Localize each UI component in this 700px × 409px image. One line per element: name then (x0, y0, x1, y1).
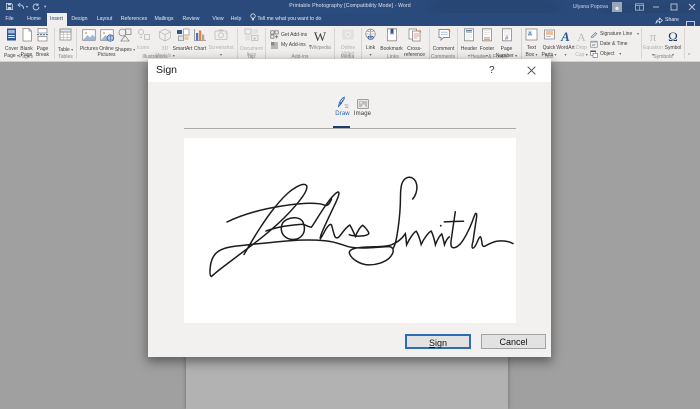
svg-text:A: A (528, 32, 532, 38)
